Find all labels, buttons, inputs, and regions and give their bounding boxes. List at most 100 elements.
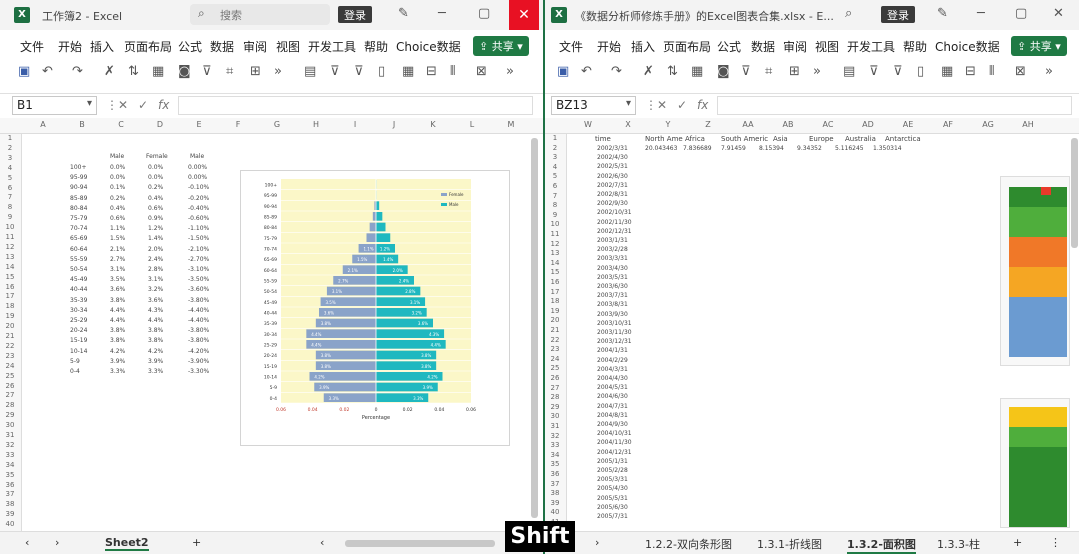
menu-view[interactable]: 视图: [815, 38, 839, 55]
filter3-icon[interactable]: ⊽: [893, 64, 903, 79]
share-button[interactable]: ⇪ 共享 ▾: [473, 36, 529, 56]
filter3-icon[interactable]: ⊽: [354, 64, 364, 79]
worksheet-grid[interactable]: ABCDEFGHIJKLM 1 2 3 4 5 6 7 8 9 10 11 12 13 14 15 16 17 1…: [0, 118, 543, 531]
filter-icon[interactable]: ⊽: [741, 64, 751, 79]
confirm-icon[interactable]: ✓: [677, 98, 687, 112]
add-sheet-icon[interactable]: +: [1013, 536, 1022, 549]
menu-help[interactable]: 帮助: [364, 38, 388, 55]
more-tabs-icon[interactable]: ⋮: [1050, 536, 1061, 549]
form-icon[interactable]: ▤: [304, 64, 316, 79]
menu-file[interactable]: 文件: [20, 38, 44, 55]
columns-icon[interactable]: ⫴: [450, 64, 455, 79]
menu-page-layout[interactable]: 页面布局: [124, 38, 172, 55]
filter2-icon[interactable]: ⊽: [330, 64, 340, 79]
clear-icon[interactable]: ✗: [104, 64, 115, 79]
menu-developer[interactable]: 开发工具: [308, 38, 356, 55]
vertical-scrollbar[interactable]: [1071, 138, 1078, 248]
document-icon[interactable]: ▯: [917, 64, 924, 79]
expand-icon[interactable]: »: [274, 64, 282, 79]
close-button[interactable]: ✕: [509, 0, 539, 30]
tab-scroll-left[interactable]: ‹: [320, 536, 324, 549]
horizontal-scrollbar[interactable]: [345, 540, 495, 547]
redo-icon[interactable]: ↷: [611, 64, 622, 79]
name-box[interactable]: B1 ▾: [12, 96, 97, 115]
name-box[interactable]: BZ13 ▾: [551, 96, 636, 115]
menu-home[interactable]: 开始: [597, 38, 621, 55]
formula-input[interactable]: [717, 96, 1072, 115]
search-box[interactable]: ⌕ 搜索: [190, 4, 330, 25]
cancel-icon[interactable]: ✕: [118, 98, 128, 112]
document-icon[interactable]: ▯: [378, 64, 385, 79]
hierarchy-icon[interactable]: ⊞: [250, 64, 261, 79]
vertical-scrollbar[interactable]: [531, 138, 538, 518]
confirm-icon[interactable]: ✓: [138, 98, 148, 112]
menu-developer[interactable]: 开发工具: [847, 38, 895, 55]
menu-insert[interactable]: 插入: [90, 38, 114, 55]
pen-icon[interactable]: ✎: [937, 6, 948, 21]
pen-icon[interactable]: ✎: [398, 6, 409, 21]
camera-icon[interactable]: ◙: [717, 64, 730, 79]
menu-data[interactable]: 数据: [210, 38, 234, 55]
pivot-icon[interactable]: ⌗: [765, 64, 772, 79]
login-button[interactable]: 登录: [338, 6, 372, 23]
expand-icon[interactable]: »: [813, 64, 821, 79]
menu-formulas[interactable]: 公式: [178, 38, 202, 55]
sort-icon[interactable]: ⇅: [128, 64, 139, 79]
save-icon[interactable]: ▣: [18, 64, 30, 79]
worksheet-grid[interactable]: W X Y Z AA AB AC AD AE AF AG AH 1 2 3 4 5 6 7 8 9 10 11 12 13 14…: [545, 118, 1079, 531]
undo-icon[interactable]: ↶: [581, 64, 592, 79]
pivot-icon[interactable]: ⌗: [226, 64, 233, 79]
chevron-down-icon[interactable]: ▾: [626, 98, 631, 109]
menu-data[interactable]: 数据: [751, 38, 775, 55]
menu-home[interactable]: 开始: [58, 38, 82, 55]
menu-view[interactable]: 视图: [276, 38, 300, 55]
menu-insert[interactable]: 插入: [631, 38, 655, 55]
menu-page-layout[interactable]: 页面布局: [663, 38, 711, 55]
filter-icon[interactable]: ⊽: [202, 64, 212, 79]
more-icon[interactable]: »: [1045, 64, 1053, 79]
grid-icon[interactable]: ▦: [941, 64, 953, 79]
merge-icon[interactable]: ⊠: [476, 64, 487, 79]
restore-icon[interactable]: ▢: [1015, 6, 1027, 21]
camera-icon[interactable]: ◙: [178, 64, 191, 79]
columns-icon[interactable]: ⫴: [989, 64, 994, 79]
hierarchy-icon[interactable]: ⊞: [789, 64, 800, 79]
tab-prev-arrow[interactable]: ‹: [25, 536, 29, 549]
save-icon[interactable]: ▣: [557, 64, 569, 79]
search-icon[interactable]: ⌕: [845, 6, 852, 21]
tab-column-chart[interactable]: 1.3.3-柱: [937, 536, 980, 552]
menu-file[interactable]: 文件: [559, 38, 583, 55]
share-button[interactable]: ⇪ 共享 ▾: [1011, 36, 1067, 56]
population-pyramid-chart[interactable]: 100+ 95-99 90-94 85-89 80-84 75-79 70-74 1.1% 1.…: [240, 170, 510, 446]
fx-icon[interactable]: fx: [697, 98, 708, 112]
menu-choice[interactable]: Choice数据: [396, 38, 461, 55]
form-icon[interactable]: ▤: [843, 64, 855, 79]
fx-icon[interactable]: fx: [158, 98, 169, 112]
tab-line-chart[interactable]: 1.3.1-折线图: [757, 536, 822, 552]
grid-icon[interactable]: ▦: [402, 64, 414, 79]
minimize-icon[interactable]: ─: [977, 6, 985, 21]
close-icon[interactable]: ✕: [1053, 6, 1064, 21]
menu-help[interactable]: 帮助: [903, 38, 927, 55]
split-icon[interactable]: ⊟: [426, 64, 437, 79]
table-icon[interactable]: ▦: [691, 64, 703, 79]
split-icon[interactable]: ⊟: [965, 64, 976, 79]
filter2-icon[interactable]: ⊽: [869, 64, 879, 79]
add-sheet-icon[interactable]: +: [192, 536, 201, 549]
tab-next-arrow[interactable]: ›: [55, 536, 59, 549]
menu-review[interactable]: 审阅: [783, 38, 807, 55]
menu-formulas[interactable]: 公式: [717, 38, 741, 55]
clear-icon[interactable]: ✗: [643, 64, 654, 79]
menu-review[interactable]: 审阅: [243, 38, 267, 55]
tab-area-chart[interactable]: 1.3.2-面积图: [847, 536, 916, 554]
area-chart-thumbnail-2[interactable]: [1000, 398, 1070, 528]
tab-sheet2[interactable]: Sheet2: [105, 536, 149, 551]
minimize-icon[interactable]: ─: [438, 6, 446, 21]
table-icon[interactable]: ▦: [152, 64, 164, 79]
formula-input[interactable]: [178, 96, 533, 115]
more-icon[interactable]: »: [506, 64, 514, 79]
tab-bidirectional-bar[interactable]: 1.2.2-双向条形图: [645, 536, 732, 552]
menu-choice[interactable]: Choice数据: [935, 38, 1000, 55]
area-chart-thumbnail[interactable]: [1000, 176, 1070, 366]
login-button[interactable]: 登录: [881, 6, 915, 23]
